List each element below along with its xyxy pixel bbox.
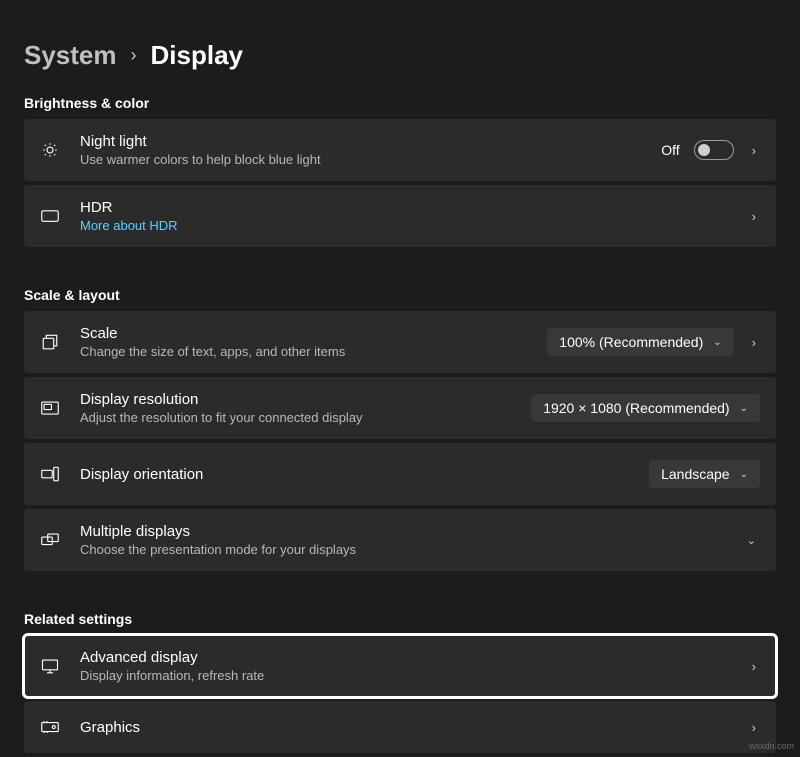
scale-title: Scale [80,325,547,342]
scale-text: Scale Change the size of text, apps, and… [80,325,547,359]
hdr-link[interactable]: More about HDR [80,218,748,233]
orientation-text: Display orientation [80,466,649,483]
multiple-displays-icon [40,530,60,550]
hdr-title: HDR [80,199,748,216]
multiple-displays-row[interactable]: Multiple displays Choose the presentatio… [24,509,776,571]
chevron-right-icon: › [131,45,137,66]
graphics-text: Graphics [80,719,748,736]
hdr-row[interactable]: HDR More about HDR › [24,185,776,247]
night-light-toggle[interactable] [694,140,734,160]
breadcrumb: System › Display [24,40,776,71]
chevron-right-icon[interactable]: › [748,143,760,158]
chevron-right-icon[interactable]: › [748,659,760,674]
toggle-knob [698,144,710,156]
orientation-title: Display orientation [80,466,649,483]
multiple-displays-title: Multiple displays [80,523,743,540]
resolution-subtitle: Adjust the resolution to fit your connec… [80,410,531,425]
multiple-displays-subtitle: Choose the presentation mode for your di… [80,542,743,557]
chevron-right-icon[interactable]: › [748,335,760,350]
night-light-text: Night light Use warmer colors to help bl… [80,133,661,167]
resolution-title: Display resolution [80,391,531,408]
monitor-icon [40,656,60,676]
orientation-dropdown[interactable]: Landscape ⌄ [649,460,760,488]
chevron-down-icon: ⌄ [740,403,748,414]
hdr-text: HDR More about HDR [80,199,748,233]
chevron-down-icon[interactable]: ⌄ [743,534,760,547]
resolution-value: 1920 × 1080 (Recommended) [543,400,729,416]
orientation-row[interactable]: Display orientation Landscape ⌄ [24,443,776,505]
section-header-scale: Scale & layout [24,287,776,303]
breadcrumb-parent[interactable]: System [24,40,117,71]
resolution-text: Display resolution Adjust the resolution… [80,391,531,425]
hdr-icon [40,206,60,226]
advanced-display-subtitle: Display information, refresh rate [80,668,748,683]
night-light-toggle-label: Off [661,142,679,158]
advanced-display-title: Advanced display [80,649,748,666]
graphics-title: Graphics [80,719,748,736]
chevron-right-icon[interactable]: › [748,720,760,735]
resolution-dropdown[interactable]: 1920 × 1080 (Recommended) ⌄ [531,394,760,422]
chevron-down-icon: ⌄ [713,337,721,348]
breadcrumb-current: Display [151,40,244,71]
scale-dropdown[interactable]: 100% (Recommended) ⌄ [547,328,733,356]
resolution-icon [40,398,60,418]
night-light-row[interactable]: Night light Use warmer colors to help bl… [24,119,776,181]
scale-row[interactable]: Scale Change the size of text, apps, and… [24,311,776,373]
orientation-value: Landscape [661,466,730,482]
watermark: wsxdn.com [749,741,794,751]
graphics-icon [40,717,60,737]
scale-icon [40,332,60,352]
section-header-brightness: Brightness & color [24,95,776,111]
section-header-related: Related settings [24,611,776,627]
resolution-row[interactable]: Display resolution Adjust the resolution… [24,377,776,439]
advanced-display-text: Advanced display Display information, re… [80,649,748,683]
multiple-displays-text: Multiple displays Choose the presentatio… [80,523,743,557]
chevron-right-icon[interactable]: › [748,209,760,224]
graphics-row[interactable]: Graphics › [24,701,776,753]
night-light-title: Night light [80,133,661,150]
scale-value: 100% (Recommended) [559,334,703,350]
night-light-subtitle: Use warmer colors to help block blue lig… [80,152,661,167]
scale-subtitle: Change the size of text, apps, and other… [80,344,547,359]
orientation-icon [40,464,60,484]
advanced-display-row[interactable]: Advanced display Display information, re… [24,635,776,697]
night-light-icon [40,140,60,160]
chevron-down-icon: ⌄ [740,469,748,480]
